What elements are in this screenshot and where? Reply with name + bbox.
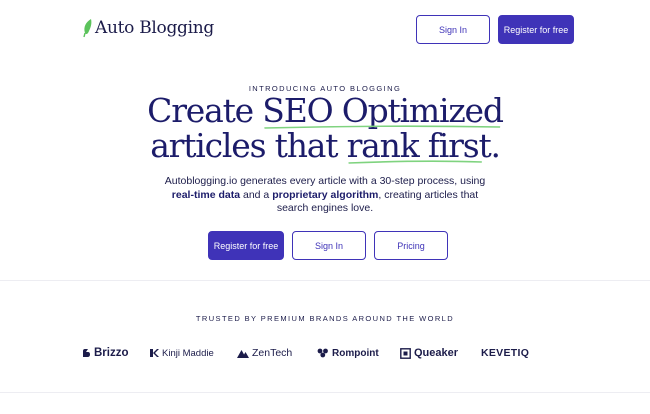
brand-rompoint: Rompoint [317,343,379,363]
brand-queaker: Queaker [400,343,458,363]
brand-kevetiq: KEVETIQ [481,343,529,363]
header-sign-in-button[interactable]: Sign In [416,15,490,44]
hero-register-button[interactable]: Register for free [208,231,284,260]
description-bold-text: proprietary algorithm [272,188,379,201]
headline-text: Create [147,91,263,130]
brand-label: Queaker [414,347,459,359]
queaker-logo-icon [400,347,411,359]
rompoint-logo-icon [317,348,328,358]
hero-description: Autoblogging.io generates every article … [160,175,490,216]
description-bold-text: real-time data [171,188,241,201]
brand-zentech: ZenTech [237,343,292,363]
headline-text: articles that [150,126,347,165]
hero-headline-line1: Create SEO Optimized [0,93,650,129]
description-text: Autoblogging.io generates every article … [164,175,486,187]
trusted-title: TRUSTED BY PREMIUM BRANDS AROUND THE WOR… [195,314,455,323]
site-header: Auto Blogging Sign In Register for free [0,0,650,60]
brand-brizzo: Brizzo [82,343,129,363]
brand-label: Brizzo [94,347,129,359]
brand-label: KEVETIQ [481,347,530,359]
brand-kinji-maddie: Kinji Maddie [150,343,214,363]
logo-text: Auto Blogging [95,18,214,38]
brand-label: Kinji Maddie [162,347,214,359]
headline-highlight: SEO Optimized [262,93,504,129]
section-divider [0,280,650,281]
hero-headline-line2: articles that rank first. [0,128,650,164]
description-text: and a [240,188,273,201]
brand-label: Rompoint [332,347,379,359]
kinji-logo-icon [150,349,159,357]
hero-pricing-button[interactable]: Pricing [374,231,448,260]
leaf-icon [83,19,92,38]
section-divider [0,392,650,393]
brizzo-logo-icon [83,349,90,357]
logo[interactable]: Auto Blogging [82,18,214,38]
underline-squiggle [348,160,482,164]
zentech-logo-icon [237,349,249,358]
hero-sign-in-button[interactable]: Sign In [292,231,366,260]
header-register-button[interactable]: Register for free [498,15,574,44]
brand-label: ZenTech [252,347,293,359]
headline-highlight: rank first. [347,128,501,164]
